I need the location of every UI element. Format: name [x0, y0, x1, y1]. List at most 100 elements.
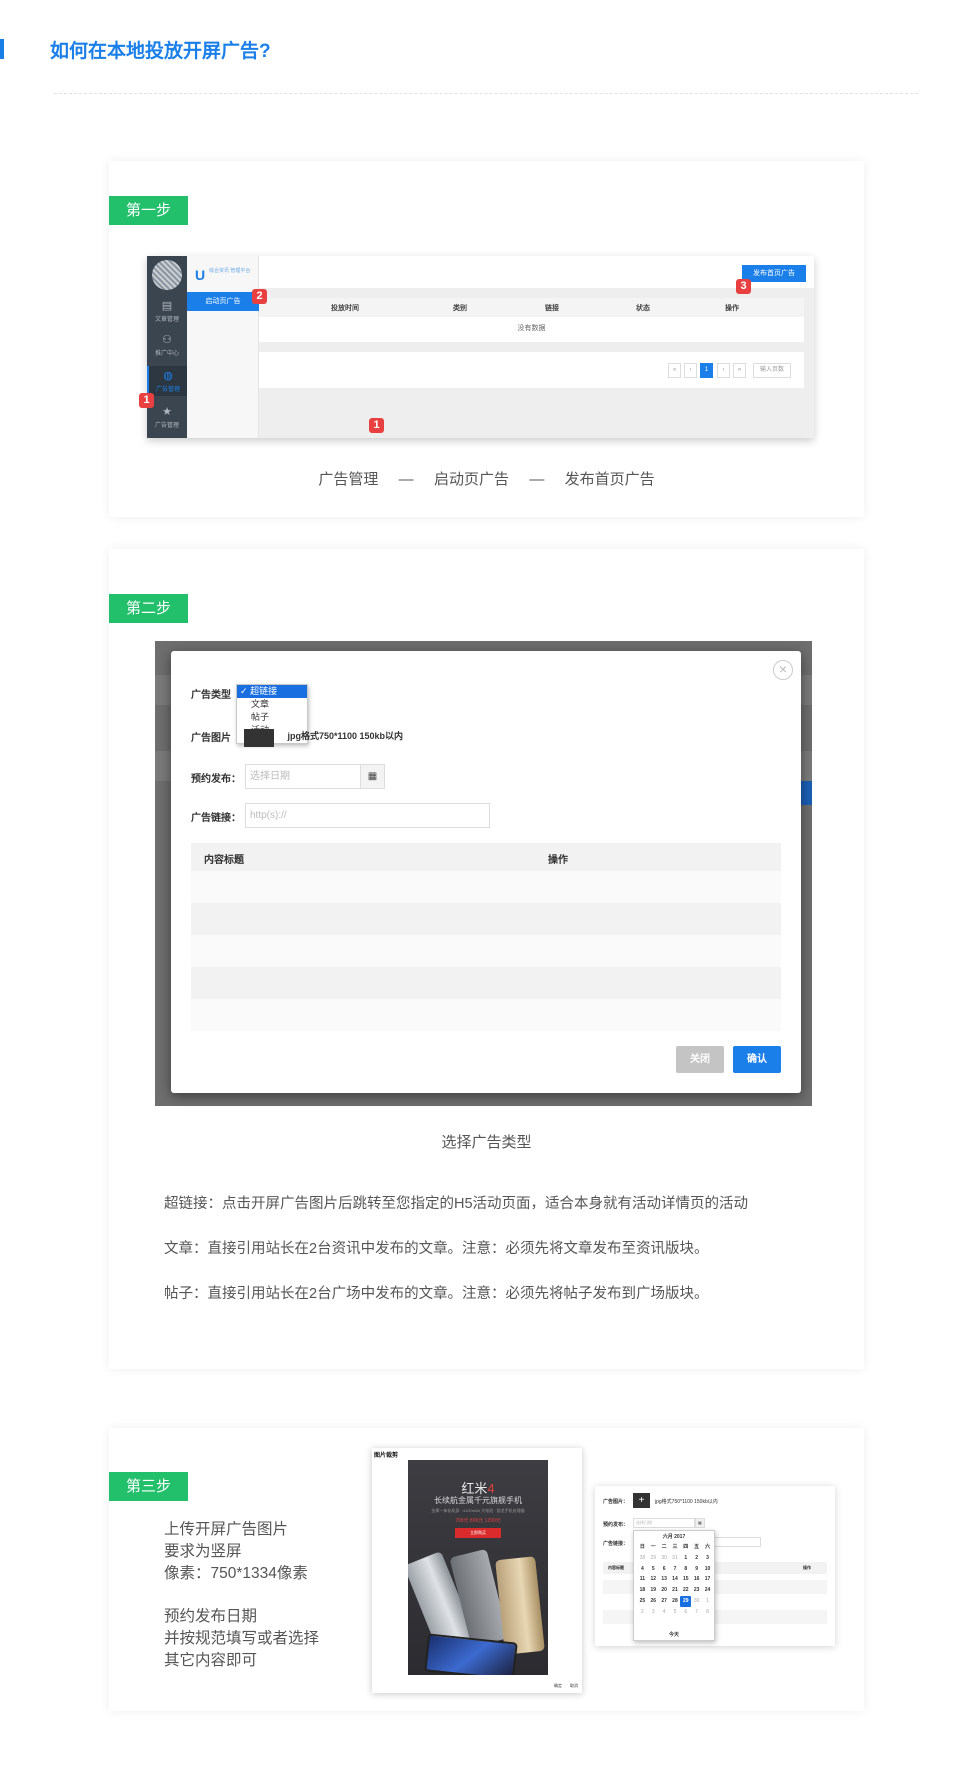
sidebar-item-articles[interactable]: ▤ 文章管理 [147, 300, 187, 323]
calendar-day[interactable]: 28 [637, 1553, 648, 1564]
calendar-day[interactable]: 29 [680, 1595, 692, 1607]
step1-label: 第一步 [109, 196, 189, 225]
table-row [191, 999, 781, 1031]
calendar-day[interactable]: 5 [670, 1607, 681, 1618]
page-prev[interactable]: ‹ [684, 363, 697, 378]
calendar-day[interactable]: 1 [680, 1553, 691, 1564]
logo-text: 综合资讯 管理平台 [209, 268, 251, 274]
close-icon[interactable]: × [773, 660, 793, 680]
date-picker[interactable]: 六月 2017 日一二三四五六28 29 30 31 1 2 34 5 6 7 8 9 1011 12 13… [633, 1530, 715, 1641]
calendar-day[interactable]: 13 [659, 1574, 670, 1585]
calendar-weekday: 六 [704, 1544, 710, 1550]
calendar-day[interactable]: 21 [670, 1585, 681, 1596]
calendar-day[interactable]: 30 [659, 1553, 670, 1564]
badge-2: 2 [252, 289, 267, 304]
calendar-day[interactable]: 2 [637, 1607, 648, 1618]
upload-button[interactable] [244, 729, 274, 747]
image-crop-screenshot: 图片裁剪 红米4 长续航金属千元旗舰手机 金属一体化机身 · 4100mAh 大… [372, 1448, 582, 1693]
calendar-day[interactable]: 24 [702, 1585, 713, 1596]
calendar-day[interactable]: 18 [637, 1585, 648, 1596]
calendar-day[interactable]: 6 [680, 1607, 691, 1618]
step2-card: 第二步 × 广告类型 ✓ 超链接 文章 帖子 活动 广告图片 jpg格jpg格式… [109, 549, 864, 1369]
ad-image-label: 广告图片 [191, 733, 231, 744]
calendar-day[interactable]: 3 [702, 1553, 713, 1564]
step3-card: 第三步 上传开屏广告图片 要求为竖屏 像素：750*1334像素 预约发布日期 … [109, 1428, 864, 1711]
submenu-item-launch-ads[interactable]: 启动页广告 [187, 292, 259, 311]
col-actions: 操作 [548, 855, 568, 866]
content-table: 内容标题 操作 [191, 843, 781, 1031]
calendar-day[interactable]: 17 [702, 1574, 713, 1585]
calendar-day[interactable]: 5 [648, 1564, 659, 1575]
form-calendar-screenshot: 广告图片： + jpg格式750*1100 150kb以内 预约发布： 选择日期… [595, 1486, 835, 1646]
sidebar-item-promotion[interactable]: ⚇ 推广中心 [147, 334, 187, 357]
col-status: 状态 [636, 305, 650, 312]
calendar-day[interactable]: 19 [648, 1585, 659, 1596]
publish-home-ad-button[interactable]: 发布首页广告 [742, 265, 806, 282]
confirm-button[interactable]: 确认 [733, 1046, 781, 1073]
calendar-day[interactable]: 9 [691, 1564, 702, 1575]
calendar-day[interactable]: 4 [659, 1607, 670, 1618]
calendar-grid: 日一二三四五六28 29 30 31 1 2 34 5 6 7 8 9 1011 12 13 14 15 16 17… [637, 1542, 713, 1618]
option-hyperlink[interactable]: ✓ 超链接 [237, 685, 307, 698]
calendar-day[interactable]: 8 [680, 1564, 691, 1575]
schedule-label: 预约发布： [603, 1522, 629, 1528]
pagination: « ‹ 1 › » 输入页数 [259, 352, 804, 388]
step3-label: 第三步 [109, 1472, 189, 1501]
today-button[interactable]: 今天 [634, 1631, 714, 1638]
calendar-day[interactable]: 22 [680, 1585, 691, 1596]
page-title: 如何在本地投放开屏广告? [50, 41, 271, 62]
calendar-day[interactable]: 8 [702, 1607, 713, 1618]
link-input[interactable]: http(s):// [245, 803, 490, 828]
sidebar-item-ads[interactable]: ◍ 广告管理 [147, 366, 187, 396]
schedule-date-input[interactable]: 选择日期 [245, 764, 361, 789]
link-label: 广告链接： [603, 1541, 629, 1547]
calendar-day[interactable]: 15 [680, 1574, 691, 1585]
calendar-day[interactable]: 12 [648, 1574, 659, 1585]
calendar-weekday: 四 [683, 1544, 689, 1550]
calendar-day[interactable]: 29 [648, 1553, 659, 1564]
calendar-day[interactable]: 26 [648, 1596, 659, 1607]
schedule-label: 预约发布： [191, 774, 241, 785]
page-first[interactable]: « [668, 363, 681, 378]
description-post: 帖子：直接引用站长在2台广场中发布的文章。注意：必须先将帖子发布到广场版块。 [164, 1286, 709, 1302]
page-jump-input[interactable]: 输入页数 [753, 363, 791, 378]
calendar-day[interactable]: 20 [659, 1585, 670, 1596]
publish-ad-modal: × 广告类型 ✓ 超链接 文章 帖子 活动 广告图片 jpg格jpg格式750*… [171, 651, 801, 1093]
calendar-day[interactable]: 4 [637, 1564, 648, 1575]
page-next[interactable]: › [717, 363, 730, 378]
sidebar-item-ads-2[interactable]: ★ 广告管理 [147, 406, 187, 429]
option-post[interactable]: 帖子 [237, 711, 307, 724]
calendar-day[interactable]: 16 [691, 1574, 702, 1585]
calendar-day[interactable]: 25 [637, 1596, 648, 1607]
option-article[interactable]: 文章 [237, 698, 307, 711]
calendar-day[interactable]: 1 [702, 1596, 713, 1607]
crop-cancel-button[interactable]: 取消 [570, 1683, 578, 1689]
calendar-day[interactable]: 27 [659, 1596, 670, 1607]
calendar-day[interactable]: 14 [670, 1574, 681, 1585]
calendar-day[interactable]: 28 [670, 1596, 681, 1607]
step2-label: 第二步 [109, 594, 189, 623]
calendar-month-title: 六月 2017 [662, 1534, 686, 1540]
schedule-input[interactable]: 选择日期 [633, 1518, 695, 1528]
users-icon: ⚇ [162, 334, 172, 346]
cancel-button[interactable]: 关闭 [676, 1046, 724, 1073]
calendar-day[interactable]: 23 [691, 1585, 702, 1596]
calendar-day[interactable]: 30 [691, 1596, 702, 1607]
calendar-day[interactable]: 31 [670, 1553, 681, 1564]
calendar-day[interactable]: 3 [648, 1607, 659, 1618]
calendar-day[interactable]: 7 [691, 1607, 702, 1618]
calendar-day[interactable]: 2 [691, 1553, 702, 1564]
calendar-day[interactable]: 10 [702, 1564, 713, 1575]
ad-buy-button: 立即购买 [455, 1528, 501, 1538]
page-current[interactable]: 1 [700, 363, 713, 378]
col-category: 类别 [453, 305, 467, 312]
page-last[interactable]: » [733, 363, 746, 378]
table-header: 内容标题 操作 [191, 843, 781, 871]
calendar-day[interactable]: 6 [659, 1564, 670, 1575]
plus-icon[interactable]: + [633, 1493, 650, 1508]
calendar-day[interactable]: 11 [637, 1574, 648, 1585]
crop-confirm-button[interactable]: 确定 [554, 1683, 562, 1689]
calendar-icon[interactable]: ▦ [695, 1518, 705, 1528]
calendar-icon[interactable]: ▦ [360, 764, 385, 789]
calendar-day[interactable]: 7 [670, 1564, 681, 1575]
